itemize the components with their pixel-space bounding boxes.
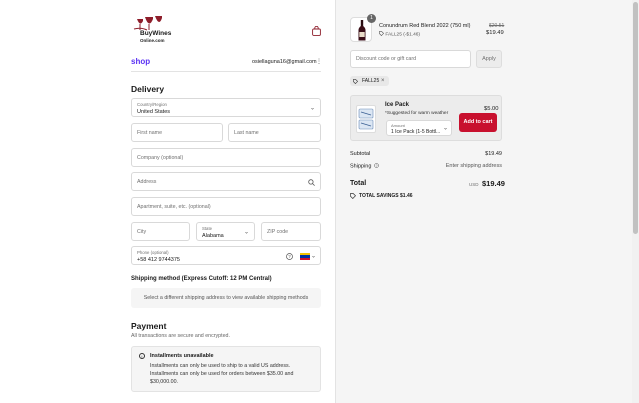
total-label: Total xyxy=(350,180,367,187)
applied-discount-code: FALL25 xyxy=(362,78,380,84)
svg-text:?: ? xyxy=(376,164,378,168)
ice-pack-image-icon xyxy=(358,108,374,130)
apartment-placeholder: Apartment, suite, etc. (optional) xyxy=(137,203,211,210)
total-savings: TOTAL SAVINGS $1.46 xyxy=(359,193,413,199)
discount-code-input[interactable]: Discount code or gift card xyxy=(350,50,471,68)
discount-code-placeholder: Discount code or gift card xyxy=(356,56,417,62)
venezuela-flag-icon[interactable] xyxy=(300,253,310,260)
quantity-badge: 1 xyxy=(367,14,376,23)
svg-text:?: ? xyxy=(288,254,291,259)
alert-line: Installments can only be used for orders… xyxy=(150,371,294,385)
first-name-field[interactable]: First name xyxy=(131,123,223,142)
alert-line: Installments can only be used to ship to… xyxy=(150,363,291,369)
state-value: Alabama xyxy=(202,233,224,239)
tag-icon xyxy=(379,31,385,37)
address-field[interactable]: Address xyxy=(131,172,321,191)
chevron-down-icon: ⌄ xyxy=(243,229,249,235)
subtotal-value: $19.49 xyxy=(485,151,502,157)
applied-discount-chip: FALL25 × xyxy=(350,76,389,86)
help-icon[interactable]: ? xyxy=(374,163,379,168)
upsell-amount-value: 1 Ice Pack (1-5 Bottl... xyxy=(391,129,441,135)
state-label: State xyxy=(202,226,213,231)
product-discount: FALL25 (-$1.46) xyxy=(379,31,420,38)
shipping-label-row: Shipping ? xyxy=(350,163,379,170)
chevron-down-icon[interactable]: ⌄ xyxy=(311,252,316,259)
country-select[interactable]: Country/Region United States ⌄ xyxy=(131,98,321,117)
payment-heading: Payment xyxy=(131,321,167,331)
country-value: United States xyxy=(137,109,171,115)
logo-title: BuyWines xyxy=(140,30,172,37)
checkout-form-panel: BuyWines Online.com shop osiellaguna16@g… xyxy=(0,0,335,403)
upsell-note: *Suggested for warm weather xyxy=(385,111,449,116)
last-name-field[interactable]: Last name xyxy=(228,123,321,142)
upsell-amount-select[interactable]: Amount 1 Ice Pack (1-5 Bottl... ⌄ xyxy=(386,120,452,136)
chevron-down-icon: ⌄ xyxy=(442,125,448,132)
total-value: $19.49 xyxy=(482,179,505,188)
product-original-price: $20.51 xyxy=(489,23,505,29)
payment-subtitle: All transactions are secure and encrypte… xyxy=(131,333,230,339)
tag-icon xyxy=(353,78,358,84)
upsell-name: Ice Pack xyxy=(385,102,410,108)
zip-placeholder: ZIP code xyxy=(267,228,289,235)
savings-tag-icon xyxy=(350,193,356,199)
phone-value: +58 412 9744375 xyxy=(137,257,180,263)
ice-pack-thumbnail xyxy=(356,105,376,133)
alert-title: Installments unavailable xyxy=(150,353,214,359)
wine-bottle-icon xyxy=(358,20,366,41)
product-price: $19.49 xyxy=(486,30,504,36)
shipping-method-notice: Select a different shipping address to v… xyxy=(131,288,321,308)
city-placeholder: City xyxy=(137,228,147,235)
product-name: Conundrum Red Blend 2022 (750 ml) xyxy=(379,23,471,29)
scrollbar-thumb[interactable] xyxy=(633,2,638,234)
upsell-amount-label: Amount xyxy=(391,123,405,128)
installments-alert: i Installments unavailable Installments … xyxy=(131,346,321,392)
shipping-label: Shipping xyxy=(350,163,372,170)
city-field[interactable]: City xyxy=(131,222,190,241)
company-placeholder: Company (optional) xyxy=(137,154,184,161)
phone-label: Phone (optional) xyxy=(137,250,169,255)
shop-pay-logo[interactable]: shop xyxy=(131,57,150,66)
last-name-placeholder: Last name xyxy=(234,129,259,136)
scrollbar[interactable] xyxy=(632,0,639,403)
remove-discount-icon[interactable]: × xyxy=(381,76,385,86)
state-select[interactable]: State Alabama ⌄ xyxy=(196,222,255,241)
phone-field[interactable]: Phone (optional) +58 412 9744375 ? ⌄ xyxy=(131,246,321,265)
shipping-method-heading: Shipping method (Express Cutoff: 12 PM C… xyxy=(131,276,272,282)
product-discount-text: FALL25 (-$1.46) xyxy=(385,32,421,38)
shopping-bag-icon[interactable] xyxy=(312,26,321,36)
logo-subtitle: Online.com xyxy=(140,37,165,43)
divider xyxy=(131,71,321,72)
logo-wordmark[interactable]: BuyWines Online.com xyxy=(140,30,172,44)
first-name-placeholder: First name xyxy=(137,129,163,136)
delivery-heading: Delivery xyxy=(131,84,165,94)
upsell-card: Ice Pack *Suggested for warm weather $5.… xyxy=(350,95,502,141)
account-email: osiellaguna16@gmail.com xyxy=(252,59,317,65)
apartment-field[interactable]: Apartment, suite, etc. (optional) xyxy=(131,197,321,216)
chevron-down-icon: ⌄ xyxy=(309,105,315,111)
address-placeholder: Address xyxy=(137,178,157,185)
country-label: Country/Region xyxy=(137,102,167,107)
shipping-value: Enter shipping address xyxy=(445,163,502,169)
zip-field[interactable]: ZIP code xyxy=(261,222,321,241)
apply-button[interactable]: Apply xyxy=(476,50,502,68)
add-to-cart-button[interactable]: Add to cart xyxy=(459,113,497,132)
search-icon xyxy=(308,179,315,186)
upsell-price: $5.00 xyxy=(484,106,499,112)
more-options-icon[interactable]: ⋮ xyxy=(316,58,322,65)
total-currency: USD xyxy=(469,182,479,187)
subtotal-label: Subtotal xyxy=(350,151,371,157)
info-icon: i xyxy=(139,353,145,359)
company-field[interactable]: Company (optional) xyxy=(131,148,321,167)
help-icon[interactable]: ? xyxy=(286,253,293,260)
